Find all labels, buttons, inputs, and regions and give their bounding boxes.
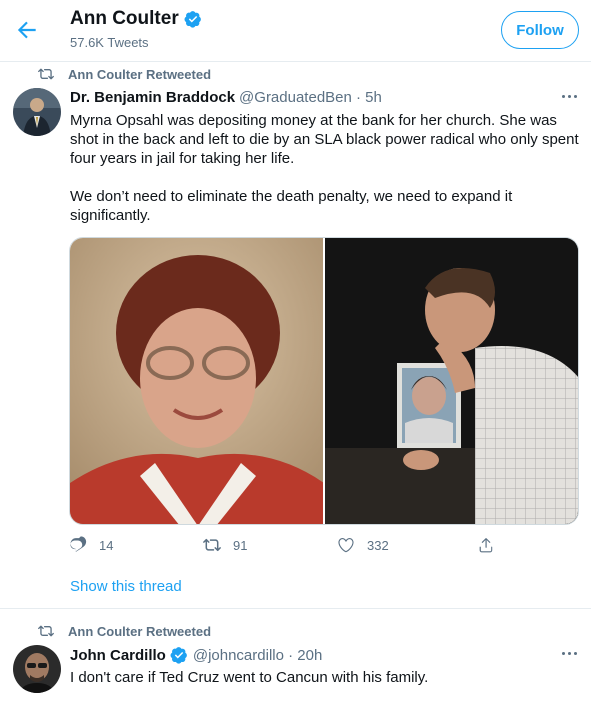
retweet-icon	[203, 538, 221, 552]
reply-icon	[70, 536, 87, 552]
profile-name: Ann Coulter	[70, 8, 179, 29]
like-count: 332	[367, 537, 389, 553]
share-icon	[479, 538, 493, 553]
verified-badge-icon	[184, 11, 201, 28]
man-photo-image	[325, 238, 578, 524]
author-name[interactable]: John Cardillo	[70, 647, 166, 664]
more-icon[interactable]	[562, 95, 582, 103]
reply-count: 14	[99, 537, 114, 553]
like-button[interactable]: 332	[337, 536, 389, 554]
heart-icon	[338, 537, 354, 553]
profile-header: Ann Coulter 57.6K Tweets Follow	[0, 0, 591, 62]
follow-button[interactable]: Follow	[501, 11, 579, 49]
tweet-divider	[0, 608, 591, 609]
retweet-icon	[38, 625, 54, 637]
retweet-button[interactable]: 91	[203, 536, 247, 554]
reply-button[interactable]: 14	[69, 536, 113, 554]
avatar[interactable]	[13, 645, 61, 693]
avatar-image	[13, 645, 61, 693]
media-photo-portrait[interactable]	[70, 238, 323, 524]
more-icon[interactable]	[562, 652, 582, 660]
retweet-count: 91	[233, 537, 248, 553]
back-arrow-icon[interactable]	[14, 17, 40, 43]
portrait-image	[70, 238, 323, 524]
avatar-image	[13, 88, 61, 136]
tweet-count: 57.6K Tweets	[70, 35, 149, 50]
tweet-author: John Cardillo @johncardillo · 20h	[70, 646, 322, 664]
tweet-text: I don't care if Ted Cruz went to Cancun …	[70, 669, 429, 686]
verified-badge-icon	[170, 647, 187, 664]
tweet-author: Dr. Benjamin Braddock @GraduatedBen · 5h	[70, 89, 382, 106]
tweet-media[interactable]	[69, 237, 579, 525]
author-name[interactable]: Dr. Benjamin Braddock	[70, 89, 235, 106]
avatar[interactable]	[13, 88, 61, 136]
retweet-indicator: Ann Coulter Retweeted	[38, 66, 211, 82]
retweet-label: Ann Coulter Retweeted	[68, 623, 212, 639]
author-handle[interactable]: @GraduatedBen · 5h	[239, 89, 382, 106]
media-photo-man-holding-picture[interactable]	[325, 238, 578, 524]
tweet-actions: 14 91 332	[69, 536, 509, 556]
tweet-text: Myrna Opsahl was depositing money at the…	[70, 112, 579, 224]
retweet-label: Ann Coulter Retweeted	[68, 66, 212, 82]
author-handle[interactable]: @johncardillo · 20h	[193, 647, 322, 664]
profile-name-row: Ann Coulter	[70, 8, 202, 30]
retweet-indicator: Ann Coulter Retweeted	[38, 623, 211, 639]
share-button[interactable]	[477, 536, 507, 554]
show-thread-link[interactable]: Show this thread	[70, 578, 182, 595]
retweet-icon	[38, 68, 54, 80]
